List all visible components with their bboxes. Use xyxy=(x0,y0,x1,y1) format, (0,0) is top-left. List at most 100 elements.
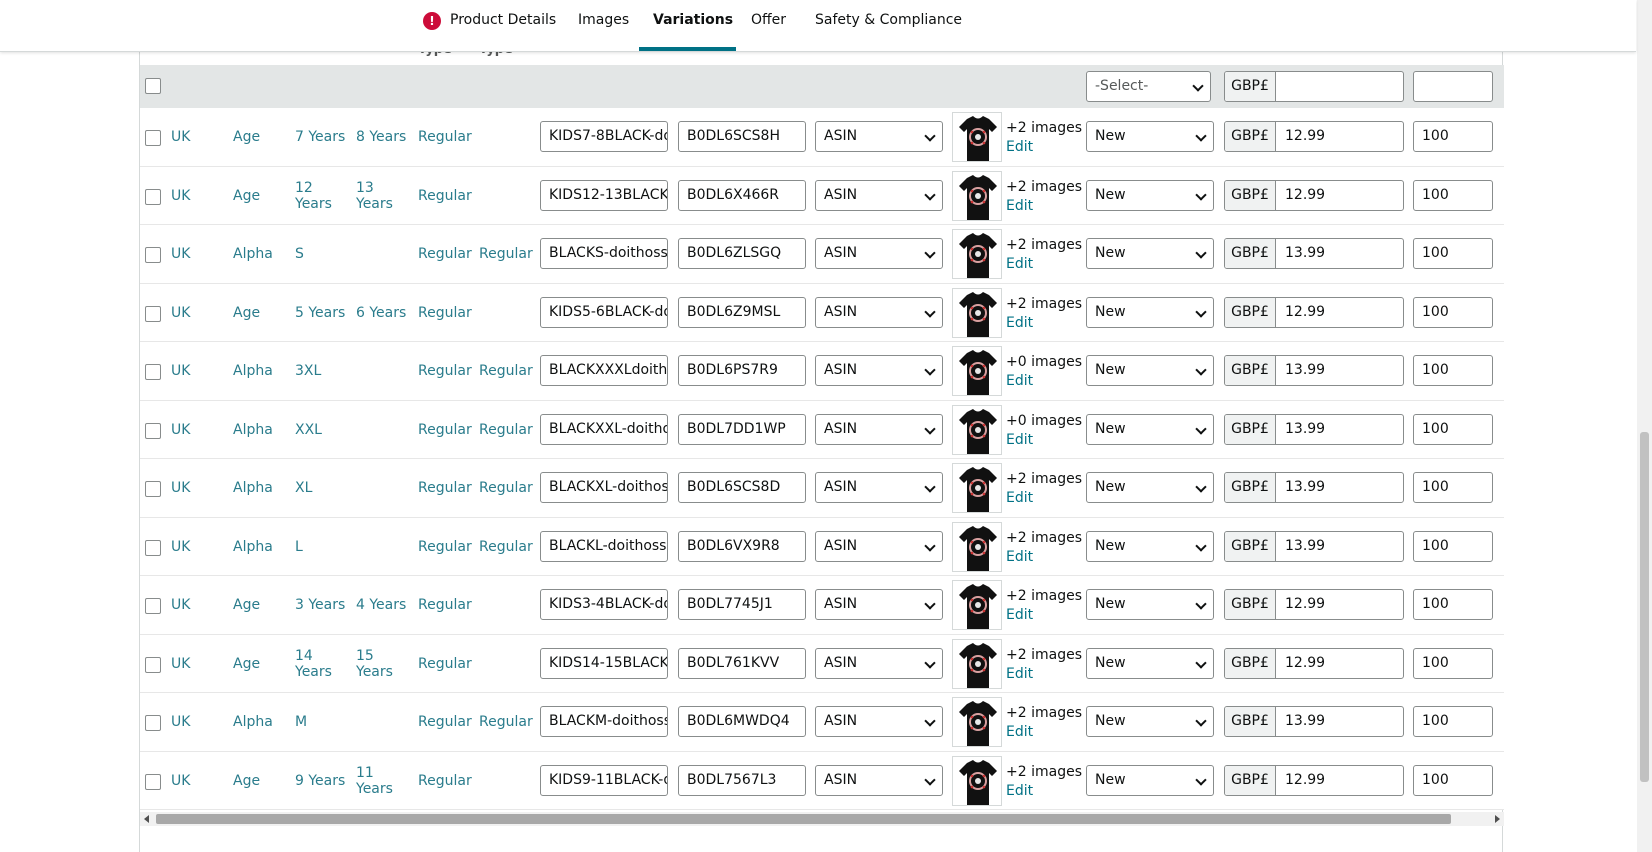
quantity-input[interactable]: 100 xyxy=(1413,121,1493,152)
product-id-input[interactable]: B0DL6VX9R8 xyxy=(678,530,806,562)
price-input[interactable]: GBP£ 12.99 xyxy=(1224,647,1404,679)
price-input[interactable]: GBP£ 12.99 xyxy=(1224,296,1404,328)
height-type-link[interactable]: Regular xyxy=(479,480,533,496)
edit-images-link[interactable]: Edit xyxy=(1006,256,1033,272)
sku-input[interactable]: BLACKXXXLdoithossa xyxy=(540,355,668,386)
sku-input[interactable]: BLACKM-doithossa xyxy=(540,706,668,737)
edit-images-link[interactable]: Edit xyxy=(1006,666,1033,682)
edit-images-link[interactable]: Edit xyxy=(1006,724,1033,740)
row-checkbox[interactable] xyxy=(145,773,161,790)
body-type-link[interactable]: Regular xyxy=(418,656,472,672)
sku-input[interactable]: BLACKXL-doithossa xyxy=(540,472,668,503)
product-id-type-select[interactable]: ASIN xyxy=(815,413,943,445)
height-type-link[interactable]: Regular xyxy=(479,246,533,262)
quantity-input[interactable]: 100 xyxy=(1413,238,1493,269)
condition-select[interactable]: New xyxy=(1086,647,1214,679)
product-id-input[interactable]: B0DL6ZLSGQ xyxy=(678,238,806,269)
row-checkbox[interactable] xyxy=(145,130,161,146)
size-system-link[interactable]: Alpha xyxy=(233,246,273,262)
vertical-scrollbar[interactable] xyxy=(1637,0,1652,852)
edit-images-link[interactable]: Edit xyxy=(1006,490,1033,506)
condition-select[interactable]: New xyxy=(1086,764,1214,796)
price-input[interactable]: GBP£ 12.99 xyxy=(1224,589,1404,620)
product-thumbnail[interactable] xyxy=(952,580,1002,630)
body-type-link[interactable]: Regular xyxy=(418,129,472,145)
product-id-type-select[interactable]: ASIN xyxy=(815,238,943,269)
region-link[interactable]: UK xyxy=(171,129,190,145)
size-system-link[interactable]: Alpha xyxy=(233,363,273,379)
size-system-link[interactable]: Age xyxy=(233,305,260,321)
price-input[interactable]: GBP£ 12.99 xyxy=(1224,764,1404,796)
region-link[interactable]: UK xyxy=(171,305,190,321)
region-link[interactable]: UK xyxy=(171,597,190,613)
size-system-link[interactable]: Age xyxy=(233,656,260,672)
product-id-input[interactable]: B0DL6SCS8H xyxy=(678,121,806,152)
row-checkbox[interactable] xyxy=(145,656,161,673)
product-id-type-select[interactable]: ASIN xyxy=(815,355,943,386)
body-type-link[interactable]: Regular xyxy=(418,422,472,438)
size-system-link[interactable]: Age xyxy=(233,773,260,789)
price-input[interactable]: GBP£ 12.99 xyxy=(1224,121,1404,152)
size-link[interactable]: 3 Years xyxy=(295,597,349,613)
region-link[interactable]: UK xyxy=(171,714,190,730)
product-thumbnail[interactable] xyxy=(952,346,1002,396)
edit-images-link[interactable]: Edit xyxy=(1006,783,1033,799)
product-id-input[interactable]: B0DL761KVV xyxy=(678,647,806,679)
size-link[interactable]: L xyxy=(295,539,349,555)
product-id-input[interactable]: B0DL6SCS8D xyxy=(678,472,806,503)
product-thumbnail[interactable] xyxy=(952,755,1002,806)
size-system-link[interactable]: Alpha xyxy=(233,422,273,438)
body-type-link[interactable]: Regular xyxy=(418,246,472,262)
product-thumbnail[interactable] xyxy=(952,287,1002,338)
condition-select[interactable]: New xyxy=(1086,413,1214,445)
product-id-input[interactable]: B0DL7567L3 xyxy=(678,764,806,796)
quantity-input[interactable]: 100 xyxy=(1413,355,1493,386)
edit-images-link[interactable]: Edit xyxy=(1006,373,1033,389)
product-id-input[interactable]: B0DL7DD1WP xyxy=(678,413,806,445)
quantity-input[interactable]: 100 xyxy=(1413,764,1493,796)
price-input[interactable]: GBP£ 13.99 xyxy=(1224,413,1404,445)
sku-input[interactable]: KIDS3-4BLACK-doithossa xyxy=(540,589,668,620)
body-type-link[interactable]: Regular xyxy=(418,188,472,204)
size-system-link[interactable]: Age xyxy=(233,129,260,145)
region-link[interactable]: UK xyxy=(171,188,190,204)
product-id-type-select[interactable]: ASIN xyxy=(815,296,943,328)
price-input[interactable]: GBP£ 13.99 xyxy=(1224,530,1404,562)
region-link[interactable]: UK xyxy=(171,246,190,262)
region-link[interactable]: UK xyxy=(171,480,190,496)
sku-input[interactable]: KIDS9-11BLACK-doithossa xyxy=(540,764,668,796)
quantity-input[interactable]: 100 xyxy=(1413,296,1493,328)
product-id-input[interactable]: B0DL7745J1 xyxy=(678,589,806,620)
product-thumbnail[interactable] xyxy=(952,112,1002,162)
quantity-input[interactable]: 100 xyxy=(1413,472,1493,503)
product-id-type-select[interactable]: ASIN xyxy=(815,472,943,503)
body-type-link[interactable]: Regular xyxy=(418,305,472,321)
edit-images-link[interactable]: Edit xyxy=(1006,607,1033,623)
product-id-input[interactable]: B0DL6PS7R9 xyxy=(678,355,806,386)
size-link[interactable]: S xyxy=(295,246,349,262)
region-link[interactable]: UK xyxy=(171,656,190,672)
body-type-link[interactable]: Regular xyxy=(418,480,472,496)
row-checkbox[interactable] xyxy=(145,188,161,205)
body-type-link[interactable]: Regular xyxy=(418,773,472,789)
size-system-link[interactable]: Age xyxy=(233,188,260,204)
tab-safety-compliance[interactable]: Safety & Compliance xyxy=(815,12,962,28)
condition-select[interactable]: New xyxy=(1086,530,1214,562)
product-id-type-select[interactable]: ASIN xyxy=(815,121,943,152)
region-link[interactable]: UK xyxy=(171,773,190,789)
product-thumbnail[interactable] xyxy=(952,229,1002,279)
product-id-type-select[interactable]: ASIN xyxy=(815,647,943,679)
row-checkbox[interactable] xyxy=(145,539,161,556)
body-type-link[interactable]: Regular xyxy=(418,539,472,555)
size-to-link[interactable]: 15 Years xyxy=(356,648,410,680)
product-thumbnail[interactable] xyxy=(952,521,1002,572)
size-to-link[interactable]: 8 Years xyxy=(356,129,410,145)
body-type-link[interactable]: Regular xyxy=(418,597,472,613)
condition-select[interactable]: New xyxy=(1086,238,1214,269)
size-link[interactable]: XXL xyxy=(295,422,349,438)
edit-images-link[interactable]: Edit xyxy=(1006,139,1033,155)
size-system-link[interactable]: Age xyxy=(233,597,260,613)
edit-images-link[interactable]: Edit xyxy=(1006,432,1033,448)
row-checkbox[interactable] xyxy=(145,305,161,322)
size-system-link[interactable]: Alpha xyxy=(233,480,273,496)
